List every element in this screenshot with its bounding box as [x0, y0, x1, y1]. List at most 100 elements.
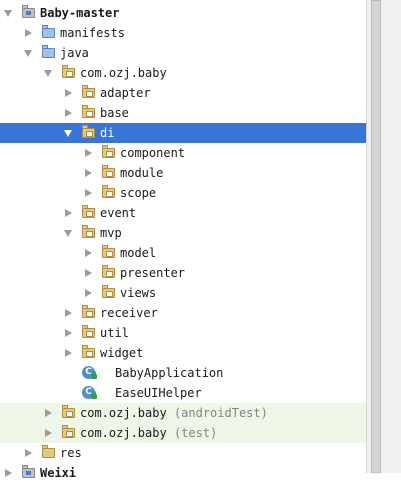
package-icon: [81, 325, 97, 341]
tree-label: module: [120, 166, 164, 180]
tree-label: java: [60, 46, 89, 60]
tree-label: util: [100, 326, 129, 340]
expand-toggle[interactable]: [62, 83, 74, 103]
tree-row-android-test-package[interactable]: com.ozj.baby (androidTest): [0, 403, 366, 423]
chevron-down-icon: [64, 229, 72, 237]
package-icon: [101, 145, 117, 161]
chevron-right-icon: [84, 289, 92, 297]
package-icon: [101, 185, 117, 201]
package-icon: [81, 225, 97, 241]
folder-icon: [41, 25, 57, 41]
tree-label: widget: [100, 346, 144, 360]
chevron-down-icon: [64, 129, 72, 137]
chevron-right-icon: [64, 89, 72, 97]
chevron-right-icon: [64, 309, 72, 317]
tree-label: base: [100, 106, 129, 120]
tree-row-adapter[interactable]: adapter: [0, 83, 366, 103]
expand-toggle[interactable]: [22, 43, 34, 63]
module-folder-icon: [21, 5, 37, 21]
lock-icon: [91, 391, 97, 399]
chevron-down-icon: [24, 49, 32, 57]
chevron-down-icon: [44, 69, 52, 77]
tree-label: mvp: [100, 226, 122, 240]
expand-toggle[interactable]: [82, 283, 94, 303]
tree-label: Weixi: [40, 466, 77, 480]
tree-row-receiver[interactable]: receiver: [0, 303, 366, 323]
expand-toggle[interactable]: [22, 443, 34, 463]
package-icon: [101, 265, 117, 281]
chevron-right-icon: [84, 249, 92, 257]
tree-row-baby-application[interactable]: C BabyApplication: [0, 363, 366, 383]
chevron-right-icon: [64, 209, 72, 217]
tree-row-event[interactable]: event: [0, 203, 366, 223]
vertical-scrollbar[interactable]: [366, 0, 401, 473]
tree-label: model: [120, 246, 157, 260]
tree-row-mvp[interactable]: mvp: [0, 223, 366, 243]
chevron-down-icon: [4, 9, 12, 17]
package-icon: [101, 285, 117, 301]
expand-toggle[interactable]: [82, 183, 94, 203]
expand-toggle[interactable]: [2, 3, 14, 23]
package-icon: [81, 105, 97, 121]
tree-label: adapter: [100, 86, 151, 100]
tree-row-component[interactable]: component: [0, 143, 366, 163]
tree-row-weixi[interactable]: Weixi: [0, 463, 366, 483]
tree-row-com-ozj-baby[interactable]: com.ozj.baby: [0, 63, 366, 83]
scrollbar-thumb[interactable]: [371, 0, 381, 473]
expand-toggle[interactable]: [2, 463, 14, 483]
expand-toggle[interactable]: [42, 403, 54, 423]
package-icon: [81, 125, 97, 141]
tree-row-widget[interactable]: widget: [0, 343, 366, 363]
tree-row-base[interactable]: base: [0, 103, 366, 123]
package-icon: [81, 305, 97, 321]
tree-row-manifests[interactable]: manifests: [0, 23, 366, 43]
tree-label: views: [120, 286, 157, 300]
tree-row-res[interactable]: res: [0, 443, 366, 463]
expand-toggle[interactable]: [62, 343, 74, 363]
source-folder-icon: [41, 45, 57, 61]
expand-toggle[interactable]: [22, 23, 34, 43]
tree-row-test-package[interactable]: com.ozj.baby (test): [0, 423, 366, 443]
package-icon: [81, 345, 97, 361]
tree-row-views[interactable]: views: [0, 283, 366, 303]
chevron-right-icon: [84, 189, 92, 197]
tree-label: res: [60, 446, 82, 460]
expand-toggle[interactable]: [62, 103, 74, 123]
expand-toggle[interactable]: [42, 423, 54, 443]
class-icon: C: [81, 385, 97, 401]
expand-toggle[interactable]: [62, 123, 74, 143]
expand-toggle[interactable]: [62, 323, 74, 343]
tree-row-module[interactable]: module: [0, 163, 366, 183]
tree-row-java[interactable]: java: [0, 43, 366, 63]
tree-label: com.ozj.baby: [80, 66, 167, 80]
expand-toggle[interactable]: [62, 223, 74, 243]
expand-toggle[interactable]: [62, 303, 74, 323]
tree-label: manifests: [60, 26, 126, 40]
tree-row-ease-ui-helper[interactable]: C EaseUIHelper: [0, 383, 366, 403]
tree-label: scope: [120, 186, 157, 200]
tree-label: event: [100, 206, 137, 220]
expand-toggle[interactable]: [82, 163, 94, 183]
tree-row-baby-master[interactable]: Baby-master: [0, 3, 366, 23]
expand-toggle[interactable]: [62, 203, 74, 223]
expand-toggle[interactable]: [82, 263, 94, 283]
module-folder-icon: [21, 465, 37, 481]
tree-label: presenter: [120, 266, 186, 280]
tree-label: receiver: [100, 306, 158, 320]
expand-toggle[interactable]: [82, 243, 94, 263]
tree-row-model[interactable]: model: [0, 243, 366, 263]
tree-row-presenter[interactable]: presenter: [0, 263, 366, 283]
tree-label: EaseUIHelper: [115, 386, 202, 400]
chevron-right-icon: [4, 469, 12, 477]
package-icon: [61, 405, 77, 421]
expand-toggle[interactable]: [42, 63, 54, 83]
tree-row-util[interactable]: util: [0, 323, 366, 343]
tree-row-scope[interactable]: scope: [0, 183, 366, 203]
lock-icon: [91, 371, 97, 379]
chevron-right-icon: [64, 329, 72, 337]
chevron-right-icon: [24, 449, 32, 457]
tree-row-di[interactable]: di: [0, 123, 366, 143]
expand-toggle[interactable]: [82, 143, 94, 163]
package-icon: [61, 425, 77, 441]
tree-label-suffix: (androidTest): [173, 406, 268, 420]
